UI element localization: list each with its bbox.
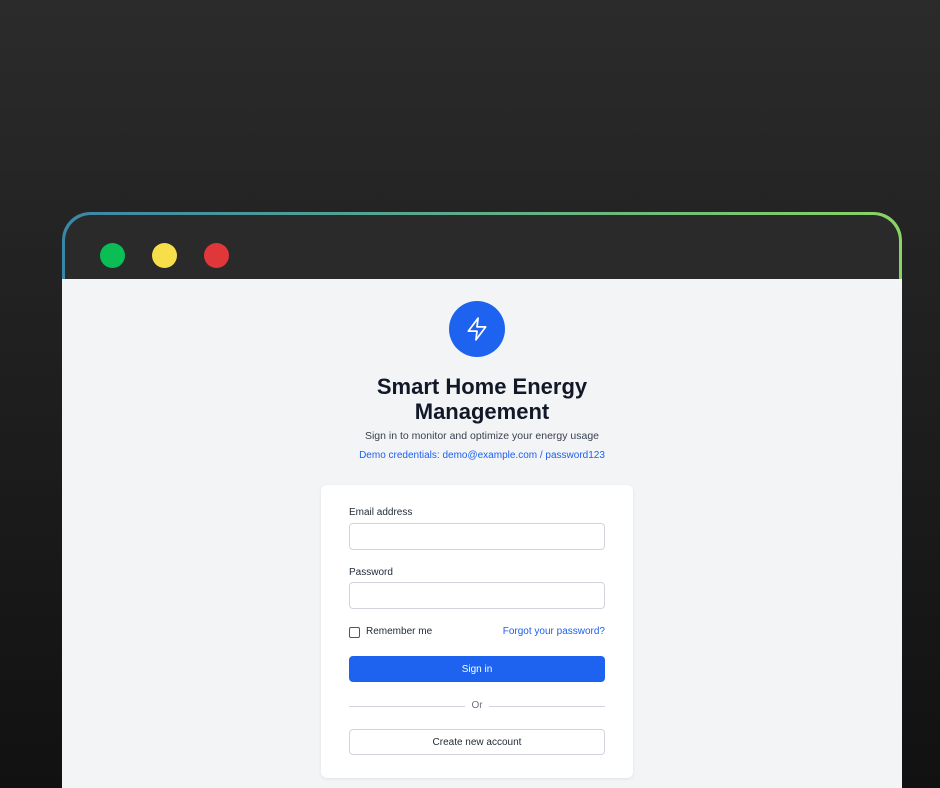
remember-me-checkbox[interactable] (349, 627, 360, 638)
page-subtitle: Sign in to monitor and optimize your ene… (364, 430, 600, 442)
login-page: Smart Home Energy Management Sign in to … (62, 279, 902, 788)
window-minimize-button[interactable] (152, 243, 177, 268)
page-title-line1: Smart Home Energy (376, 374, 588, 399)
sign-in-button[interactable]: Sign in (349, 656, 605, 682)
window-close-button[interactable] (204, 243, 229, 268)
window-titlebar (65, 215, 899, 279)
divider-line-left (349, 706, 465, 707)
remember-me-label[interactable]: Remember me (366, 626, 432, 637)
login-card: Email address Password Remember me Forgo… (321, 485, 633, 778)
page-title-line2: Management (414, 399, 550, 424)
email-label: Email address (349, 507, 413, 518)
demo-credentials-note: Demo credentials: demo@example.com / pas… (359, 450, 605, 461)
email-field[interactable] (349, 523, 605, 550)
divider-line-right (489, 706, 605, 707)
window-maximize-button[interactable] (100, 243, 125, 268)
app-window: Smart Home Energy Management Sign in to … (62, 212, 902, 788)
forgot-password-link[interactable]: Forgot your password? (503, 626, 605, 637)
page-title: Smart Home Energy Management (282, 374, 682, 424)
password-label: Password (349, 567, 393, 578)
create-account-button[interactable]: Create new account (349, 729, 605, 755)
lightning-bolt-icon (449, 301, 505, 357)
password-field[interactable] (349, 582, 605, 609)
